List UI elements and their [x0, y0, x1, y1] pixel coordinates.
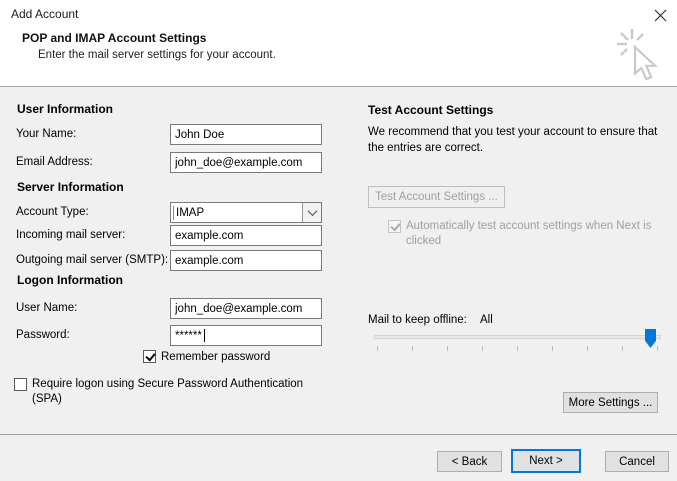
page-subtitle: Enter the mail server settings for your …: [38, 49, 276, 61]
account-type-value: IMAP: [176, 206, 205, 219]
slider-tick: [447, 346, 448, 351]
cursor-sparkle-icon: [617, 29, 658, 81]
chevron-down-icon: [307, 206, 317, 217]
slider-tick: [622, 346, 623, 351]
your-name-label: Your Name:: [16, 128, 77, 140]
slider-tick: [377, 346, 378, 351]
dropdown-button[interactable]: [302, 203, 321, 222]
outgoing-server-label: Outgoing mail server (SMTP):: [16, 254, 169, 266]
account-type-select[interactable]: IMAP: [170, 202, 322, 223]
cancel-button[interactable]: Cancel: [605, 451, 669, 472]
slider-tick: [552, 346, 553, 351]
back-button[interactable]: < Back: [437, 451, 502, 472]
section-heading-test-account-settings: Test Account Settings: [368, 103, 494, 117]
test-account-settings-button: Test Account Settings ...: [368, 186, 505, 208]
mail-offline-value: All: [480, 314, 493, 326]
password-label: Password:: [16, 329, 70, 341]
email-address-input[interactable]: [170, 152, 322, 173]
more-settings-button[interactable]: More Settings ...: [563, 392, 658, 413]
your-name-input[interactable]: [170, 124, 322, 145]
window-title: Add Account: [11, 7, 79, 21]
mail-offline-label: Mail to keep offline:: [368, 314, 467, 326]
footer: < Back Next > Cancel: [0, 434, 677, 481]
section-heading-server-information: Server Information: [17, 180, 124, 194]
slider-ticks: [377, 346, 658, 351]
page-title: POP and IMAP Account Settings: [22, 31, 207, 45]
spa-label[interactable]: Require logon using Secure Password Auth…: [32, 377, 332, 407]
account-type-label: Account Type:: [16, 206, 89, 218]
auto-test-label: Automatically test account settings when…: [406, 220, 652, 247]
email-address-label: Email Address:: [16, 156, 93, 168]
test-description: We recommend that you test your account …: [368, 126, 658, 154]
slider-tick: [657, 346, 658, 351]
close-button[interactable]: [646, 2, 674, 28]
slider-tick: [587, 346, 588, 351]
remember-password-checkbox[interactable]: [143, 350, 156, 363]
section-heading-logon-information: Logon Information: [17, 273, 123, 287]
slider-tick: [412, 346, 413, 351]
incoming-server-label: Incoming mail server:: [16, 229, 126, 241]
section-heading-user-information: User Information: [17, 102, 114, 116]
close-icon: [654, 9, 666, 21]
password-input[interactable]: [170, 325, 322, 346]
auto-test-checkbox: [388, 220, 401, 233]
incoming-server-input[interactable]: [170, 225, 322, 246]
next-button[interactable]: Next >: [511, 449, 581, 473]
user-name-label: User Name:: [16, 302, 78, 314]
text-cursor: [204, 329, 205, 342]
spa-checkbox[interactable]: [14, 378, 27, 391]
text-cursor: [173, 206, 174, 220]
slider-tick: [517, 346, 518, 351]
wizard-header: Add Account POP and IMAP Account Setting…: [0, 0, 677, 87]
user-name-input[interactable]: [170, 298, 322, 319]
mail-offline-slider-track[interactable]: [374, 335, 661, 339]
slider-tick: [482, 346, 483, 351]
add-account-dialog: Add Account POP and IMAP Account Setting…: [0, 0, 677, 481]
remember-password-label[interactable]: Remember password: [161, 350, 270, 365]
outgoing-server-input[interactable]: [170, 250, 322, 271]
